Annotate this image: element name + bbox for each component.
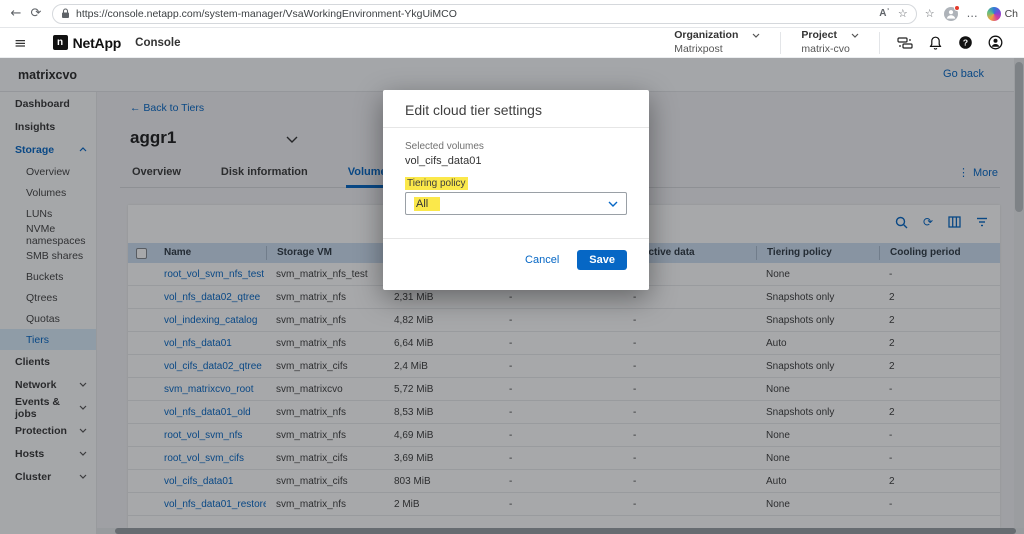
tiering-policy-select[interactable]: All [405,192,627,215]
cancel-button[interactable]: Cancel [525,254,559,266]
divider [879,32,880,54]
project-label: Project [801,29,837,42]
app-header: ≡ n NetApp Console Organization Matrixpo… [0,28,1024,58]
connector-icon[interactable] [890,36,920,50]
read-aloud-icon[interactable]: Aʾ [879,8,890,19]
edit-cloud-tier-settings-modal: Edit cloud tier settings Selected volume… [383,90,649,290]
save-button[interactable]: Save [577,250,627,270]
browser-chrome: ← ⟳ https://console.netapp.com/system-ma… [0,0,1024,28]
copilot-button[interactable]: Ch [987,7,1018,21]
help-icon[interactable]: ? [950,35,980,50]
divider [780,32,781,54]
tiering-policy-label: Tiering policy [405,178,468,189]
selected-volumes-label: Selected volumes [405,141,484,152]
organization-value: Matrixpost [674,43,760,56]
organization-selector[interactable]: Organization Matrixpost [664,29,770,55]
netapp-logo: n [53,35,68,50]
page-content: matrixcvo Go back DashboardInsightsStora… [0,58,1024,534]
tiering-policy-value: All [414,197,440,211]
project-value: matrix-cvo [801,43,859,56]
svg-text:?: ? [962,38,967,48]
modal-title: Edit cloud tier settings [405,102,542,118]
divider [383,127,649,128]
divider [383,238,649,239]
account-icon[interactable] [980,35,1010,50]
favorite-star-icon[interactable]: ☆ [898,7,908,20]
product-name: Console [135,37,180,49]
notification-dot [954,5,960,11]
notifications-bell-icon[interactable] [920,36,950,50]
chevron-down-icon [752,33,760,38]
project-selector[interactable]: Project matrix-cvo [791,29,869,55]
chevron-down-icon [851,33,859,38]
browser-back-icon[interactable]: ← [6,6,26,21]
url-text: https://console.netapp.com/system-manage… [76,8,457,20]
browser-actions: ☆ … Ch [923,7,1018,21]
browser-menu-icon[interactable]: … [967,7,978,20]
brand-name: NetApp [73,35,122,51]
netapp-console-screen: ← ⟳ https://console.netapp.com/system-ma… [0,0,1024,534]
browser-profile-avatar[interactable] [944,7,958,21]
chevron-down-icon [608,201,618,207]
copilot-icon [987,7,1001,21]
collections-icon[interactable]: ☆ [925,7,935,20]
lock-icon [61,8,70,19]
copilot-label: Ch [1005,8,1018,20]
address-bar[interactable]: https://console.netapp.com/system-manage… [52,4,917,24]
hamburger-menu-icon[interactable]: ≡ [14,34,27,52]
selected-volumes-value: vol_cifs_data01 [405,155,481,167]
browser-refresh-icon[interactable]: ⟳ [26,6,46,21]
organization-label: Organization [674,29,738,42]
